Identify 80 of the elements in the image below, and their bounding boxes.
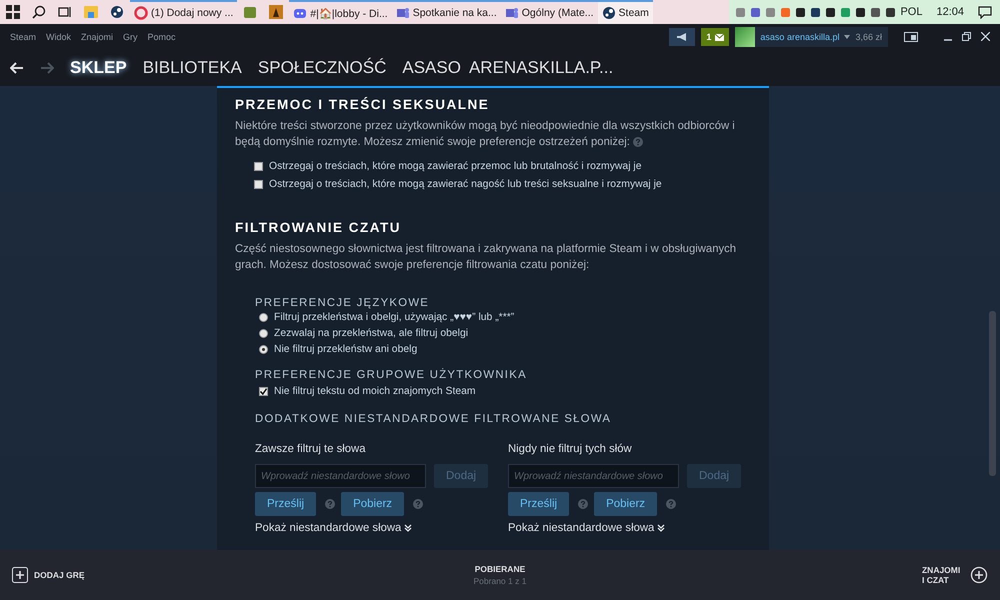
- search-icon[interactable]: [32, 5, 46, 19]
- upload-button[interactable]: Prześlij: [508, 492, 570, 516]
- steam-icon: [602, 6, 616, 20]
- section-title: FILTROWANIE CZATU: [235, 220, 402, 235]
- nav-tab[interactable]: ASASO: [402, 58, 461, 78]
- download-button[interactable]: Pobierz: [594, 492, 658, 516]
- friends-chat-link[interactable]: ZNAJOMI I CZAT: [922, 565, 964, 585]
- column-heading: Nigdy nie filtruj tych słów: [508, 443, 633, 455]
- subsection-title: PREFERENCJE GRUPOWE UŻYTKOWNIKA: [255, 369, 528, 381]
- downloads-title[interactable]: POBIERANE: [474, 564, 526, 574]
- section-title: PRZEMOC I TREŚCI SEKSUALNE: [235, 97, 490, 112]
- restore-icon[interactable]: [962, 32, 971, 41]
- show-words-link[interactable]: Pokaż niestandardowe słowa: [508, 522, 748, 534]
- steam-icon: [110, 5, 124, 19]
- tray-icon[interactable]: [795, 6, 806, 18]
- upload-button[interactable]: Prześlij: [255, 492, 316, 516]
- checkmark-icon: [260, 388, 267, 395]
- subsection-title: PREFERENCJE JĘZYKOWE: [255, 297, 430, 309]
- double-chevron-icon: [404, 524, 412, 532]
- checkbox[interactable]: [254, 162, 263, 171]
- chat-icon: [293, 6, 308, 20]
- notification-icon[interactable]: [978, 6, 992, 18]
- nav-tab[interactable]: SKLEP: [70, 58, 127, 78]
- radio-button[interactable]: [259, 313, 268, 322]
- radio-button[interactable]: [259, 329, 268, 338]
- add-game-link[interactable]: DODAJ GRĘ: [34, 570, 85, 580]
- column-heading: Zawsze filtruj te słowa: [255, 443, 366, 455]
- tray-icon[interactable]: [885, 6, 896, 18]
- menu-item[interactable]: Widok: [46, 32, 72, 42]
- section-description: Niektóre treści stworzone przez użytkowników mogą być nieodpowiednie dla wszystkich odbiorców i będą domyślnie rozmyte. Możesz zmienić swoje preferencje ostrzeżeń poniżej:: [235, 119, 736, 150]
- task-view-icon[interactable]: [58, 5, 72, 19]
- menu-item[interactable]: Gry: [123, 32, 138, 42]
- people-icon: [396, 6, 410, 20]
- envelope-icon: [715, 34, 724, 40]
- add-friend-icon[interactable]: [970, 566, 988, 584]
- checkbox-option[interactable]: Ostrzegaj o treściach, które mogą zawierać przemoc lub brutalność i rozmywaj je: [254, 161, 751, 172]
- notifications-button[interactable]: 1: [701, 28, 730, 46]
- nav-tab[interactable]: ARENASKILLA.P...: [468, 58, 614, 78]
- back-arrow-icon[interactable]: [10, 62, 24, 74]
- double-chevron-icon: [657, 524, 666, 532]
- menu-item[interactable]: Znajomi: [81, 32, 114, 42]
- caret-icon: [844, 35, 850, 39]
- people-icon: [504, 6, 519, 20]
- tray-icon[interactable]: [870, 6, 882, 18]
- close-icon[interactable]: [981, 32, 990, 41]
- downloads-status: Pobrano 1 z 1: [474, 576, 526, 586]
- radio-button[interactable]: [259, 345, 268, 354]
- scrollbar-thumb[interactable]: [989, 311, 996, 476]
- screen-icon[interactable]: [904, 32, 918, 42]
- section-description: Część niestosownego słownictwa jest filtrowana i zakrywana na platformie Steam i w obsługiwanych grach. Możesz dostosować swoje preferencje filtrowania czatu poniżej:: [235, 242, 738, 273]
- language-indicator[interactable]: POL: [900, 6, 922, 18]
- nav-tab[interactable]: SPOŁECZNOŚĆ: [258, 58, 386, 78]
- menu-item[interactable]: Pomoc: [148, 32, 176, 42]
- radio-option[interactable]: Nie filtruj przekleństw ani obelg: [259, 344, 751, 355]
- radio-option[interactable]: Zezwalaj na przekleństwa, ale filtruj obelgi: [259, 328, 751, 339]
- word-input-field[interactable]: Wprowadź niestandardowe słowo: [508, 464, 679, 488]
- tray-icon[interactable]: [810, 6, 822, 18]
- tray-icon[interactable]: [855, 6, 866, 18]
- subsection-title: DODATKOWE NIESTANDARDOWE FILTROWANE SŁOWA: [255, 413, 612, 425]
- checkbox[interactable]: [259, 387, 268, 396]
- checkbox-option[interactable]: Nie filtruj tekstu od moich znajomych Steam: [259, 386, 751, 397]
- clock[interactable]: 12:04: [936, 6, 964, 18]
- ring-icon: [134, 6, 148, 20]
- megaphone-icon: [677, 33, 688, 41]
- windows-icon[interactable]: [6, 5, 20, 19]
- download-button[interactable]: Pobierz: [341, 492, 404, 516]
- checkbox-option[interactable]: Ostrzegaj o treściach, które mogą zawierać nagość lub treści seksualne i rozmywaj je: [254, 179, 751, 190]
- checkbox[interactable]: [254, 180, 263, 189]
- menu-item[interactable]: Steam: [10, 32, 36, 42]
- account-button[interactable]: asaso arenaskilla.pl 3,66 zł: [735, 27, 888, 47]
- taskbar-button[interactable]: Steam: [598, 0, 653, 24]
- announcements-button[interactable]: [669, 28, 696, 46]
- radio-option[interactable]: Filtruj przekleństwa i obelgi, używając „♥♥♥” lub „***”: [259, 312, 751, 323]
- show-words-link[interactable]: Pokaż niestandardowe słowa: [255, 522, 508, 534]
- game-icon[interactable]: [269, 5, 284, 19]
- tray-icon[interactable]: [825, 6, 836, 18]
- nav-tab[interactable]: BIBLIOTEKA: [142, 58, 242, 78]
- add-icon[interactable]: [12, 567, 28, 583]
- word-input-field[interactable]: Wprowadź niestandardowe słowo: [255, 464, 426, 488]
- avatar: [735, 27, 756, 47]
